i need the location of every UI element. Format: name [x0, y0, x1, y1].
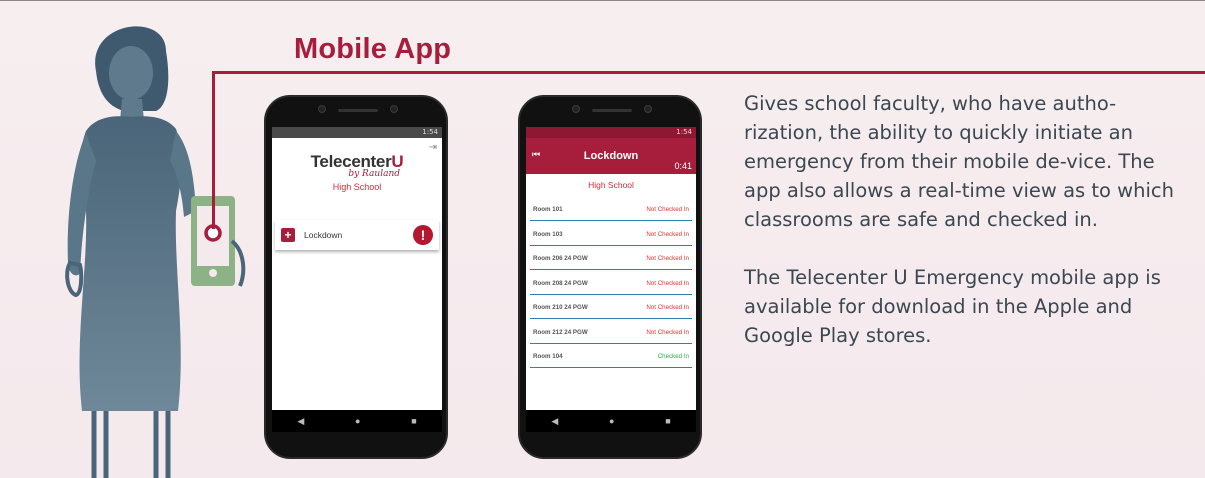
recents-icon[interactable]: ■ [665, 416, 670, 426]
description-paragraph-2: The Telecenter U Emergency mobile app is… [744, 266, 1161, 347]
lockdown-title: Lockdown [583, 150, 639, 162]
room-status: Checked In [657, 353, 689, 360]
lockdown-button[interactable]: + Lockdown ! [275, 220, 439, 250]
room-name: Room 210 24 PGW [533, 304, 588, 311]
room-status: Not Checked In [646, 230, 689, 238]
plus-icon: + [281, 228, 295, 242]
room-name: Room 103 [533, 230, 563, 238]
status-bar: 1:54 [272, 127, 442, 138]
rauland-logo: by Rauland [348, 169, 400, 179]
back-icon[interactable]: ◀ [551, 416, 558, 427]
room-name: Room 101 [533, 206, 563, 213]
school-name: High School [332, 182, 382, 192]
description-paragraph-1: Gives school faculty, who have autho-riz… [744, 92, 1174, 231]
room-row[interactable]: Room 103 Not Checked In [530, 224, 692, 246]
phone-mockup-home: 1:54 ⇥ TelecenterU by Rauland High Schoo… [264, 95, 448, 459]
room-name: Room 208 24 PGW [533, 279, 588, 287]
room-row[interactable]: Room 210 24 PGW Not Checked In [530, 297, 692, 319]
phone-screen: 1:54 ⏮ Lockdown 0:41 High School Room 10… [526, 127, 696, 431]
lockdown-label: Lockdown [304, 230, 343, 240]
room-status: Not Checked In [646, 206, 689, 213]
callout-horizontal-line [213, 71, 1205, 74]
lockdown-timer: 0:41 [674, 161, 692, 171]
room-status: Not Checked In [646, 255, 689, 262]
section-heading: Mobile App [294, 33, 452, 65]
home-icon[interactable]: ● [609, 416, 614, 426]
lockdown-header: ⏮ Lockdown 0:41 [526, 138, 696, 174]
infographic-panel: Mobile App 1:54 ⇥ TelecenterU by Rauland… [0, 0, 1205, 478]
room-status: Not Checked In [646, 328, 689, 336]
room-row[interactable]: Room 104 Checked In [530, 346, 692, 368]
room-row[interactable]: Room 101 Not Checked In [530, 199, 692, 221]
room-row[interactable]: Room 212 24 PGW Not Checked In [530, 322, 692, 344]
room-name: Room 206 24 PGW [533, 255, 588, 262]
phone-camera-icon [572, 105, 580, 113]
phone-mockup-lockdown: 1:54 ⏮ Lockdown 0:41 High School Room 10… [518, 95, 702, 459]
logout-icon[interactable]: ⇥ [429, 142, 437, 153]
room-status: Not Checked In [646, 279, 689, 287]
android-nav-bar: ◀ ● ■ [272, 410, 442, 432]
phone-camera-icon [318, 105, 326, 113]
room-status: Not Checked In [646, 304, 689, 311]
phone-speaker [592, 109, 632, 112]
room-name: Room 212 24 PGW [533, 328, 588, 336]
room-name: Room 104 [533, 353, 563, 360]
callout-vertical-line [212, 71, 215, 229]
room-row[interactable]: Room 208 24 PGW Not Checked In [530, 273, 692, 295]
description: Gives school faculty, who have autho-riz… [744, 89, 1194, 379]
phone-speaker [338, 109, 378, 112]
status-bar: 1:54 [526, 127, 696, 138]
school-name: High School [588, 180, 634, 190]
phone-sensor-icon [390, 105, 398, 113]
recents-icon[interactable]: ■ [411, 416, 416, 426]
phone-sensor-icon [644, 105, 652, 113]
room-row[interactable]: Room 206 24 PGW Not Checked In [530, 248, 692, 270]
android-nav-bar: ◀ ● ■ [526, 410, 696, 432]
status-time: 1:54 [422, 128, 438, 136]
status-time: 1:54 [676, 128, 692, 136]
woman-figure-illustration [65, 26, 246, 478]
home-icon[interactable]: ● [355, 416, 360, 426]
alert-icon: ! [413, 225, 433, 245]
phone-screen: 1:54 ⇥ TelecenterU by Rauland High Schoo… [272, 127, 442, 431]
back-icon[interactable]: ◀ [297, 416, 304, 427]
